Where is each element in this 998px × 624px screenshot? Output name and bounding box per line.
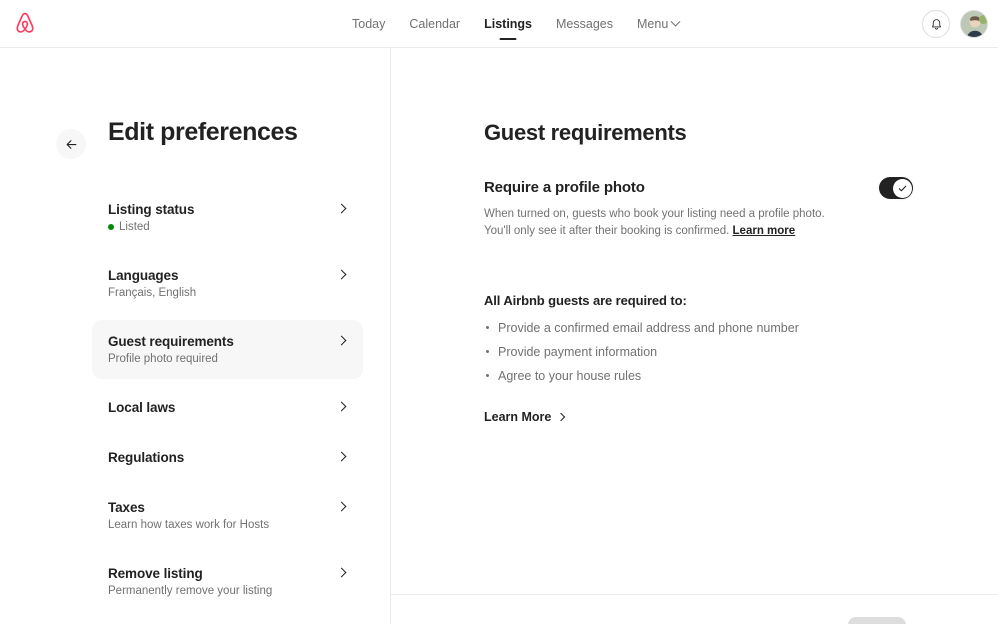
preferences-sidebar: Edit preferences Listing status Listed L… [0,48,390,624]
check-icon [898,185,906,191]
sidebar-item-local-laws[interactable]: Local laws [92,386,363,429]
back-button[interactable] [56,129,86,159]
sidebar-item-subtitle-row: Listed [108,221,347,233]
back-arrow-icon [66,139,76,149]
sidebar-item-label: Taxes [108,500,145,515]
page-body: Edit preferences Listing status Listed L… [0,48,998,624]
save-button[interactable]: Save [848,617,906,624]
sidebar-item-label: Languages [108,268,179,283]
listed-status-dot [108,224,114,230]
sidebar-item-listing-status[interactable]: Listing status Listed [92,188,363,247]
sidebar-item-subtitle: Profile photo required [108,353,218,365]
bell-icon [931,18,941,30]
learn-more-label: Learn More [484,409,552,424]
nav-label-messages: Messages [556,17,613,31]
airbnb-logo[interactable] [8,6,42,42]
sidebar-item-subtitle: Permanently remove your listing [108,585,273,597]
sidebar-item-label: Remove listing [108,566,203,581]
sidebar-item-subtitle: Learn how taxes work for Hosts [108,519,270,531]
user-avatar[interactable] [960,10,988,38]
nav-label-listings: Listings [484,17,533,31]
nav-item-listings[interactable]: Listings [484,0,532,48]
footer-divider [391,594,998,595]
learn-more-inline-link[interactable]: Learn more [733,225,796,237]
learn-more-button[interactable]: Learn More [484,409,566,424]
sidebar-item-subtitle: Listed [119,221,150,233]
sidebar-item-label: Regulations [108,450,185,465]
top-navigation-bar: Today Calendar Listings Messages Menu [0,0,998,48]
setting-description: When turned on, guests who book your lis… [484,206,840,239]
preferences-menu: Listing status Listed Languages Français… [92,188,363,618]
setting-label: Require a profile photo [484,179,645,196]
nav-item-messages[interactable]: Messages [556,0,613,48]
requirements-block: All Airbnb guests are required to: Provi… [484,293,914,426]
sidebar-item-regulations[interactable]: Regulations [92,436,363,479]
nav-label-today: Today [352,17,386,31]
chevron-down-icon [670,16,681,27]
chevron-right-icon [557,412,566,421]
nav-item-calendar[interactable]: Calendar [409,0,460,48]
nav-item-today[interactable]: Today [352,0,385,48]
require-profile-photo-toggle[interactable] [879,177,913,199]
main-navigation: Today Calendar Listings Messages Menu [352,0,681,48]
list-item: Agree to your house rules [484,368,914,385]
sidebar-item-taxes[interactable]: Taxes Learn how taxes work for Hosts [92,486,363,545]
sidebar-item-languages[interactable]: Languages Français, English [92,254,363,313]
sidebar-item-guest-requirements[interactable]: Guest requirements Profile photo require… [92,320,363,379]
sidebar-item-subtitle: Français, English [108,287,197,299]
nav-label-calendar: Calendar [409,17,461,31]
section-title: Guest requirements [484,120,687,145]
sidebar-item-label: Guest requirements [108,334,234,349]
toggle-knob [892,178,912,198]
nav-label-menu: Menu [637,17,669,31]
guest-requirements-panel: Guest requirements Require a profile pho… [391,48,998,624]
sidebar-item-remove-listing[interactable]: Remove listing Permanently remove your l… [92,552,363,611]
list-item: Provide a confirmed email address and ph… [484,320,914,337]
sidebar-item-label: Listing status [108,202,195,217]
sidebar-item-label: Local laws [108,400,176,415]
requirements-list: Provide a confirmed email address and ph… [484,320,914,385]
nav-item-menu[interactable]: Menu [637,0,681,48]
require-profile-photo-setting: Require a profile photo When turned on, … [484,177,913,239]
active-tab-indicator [499,38,517,40]
notifications-button[interactable] [922,10,950,38]
requirements-heading: All Airbnb guests are required to: [484,293,687,308]
list-item: Provide payment information [484,344,914,361]
page-title: Edit preferences [108,118,298,146]
header-actions [922,0,988,48]
